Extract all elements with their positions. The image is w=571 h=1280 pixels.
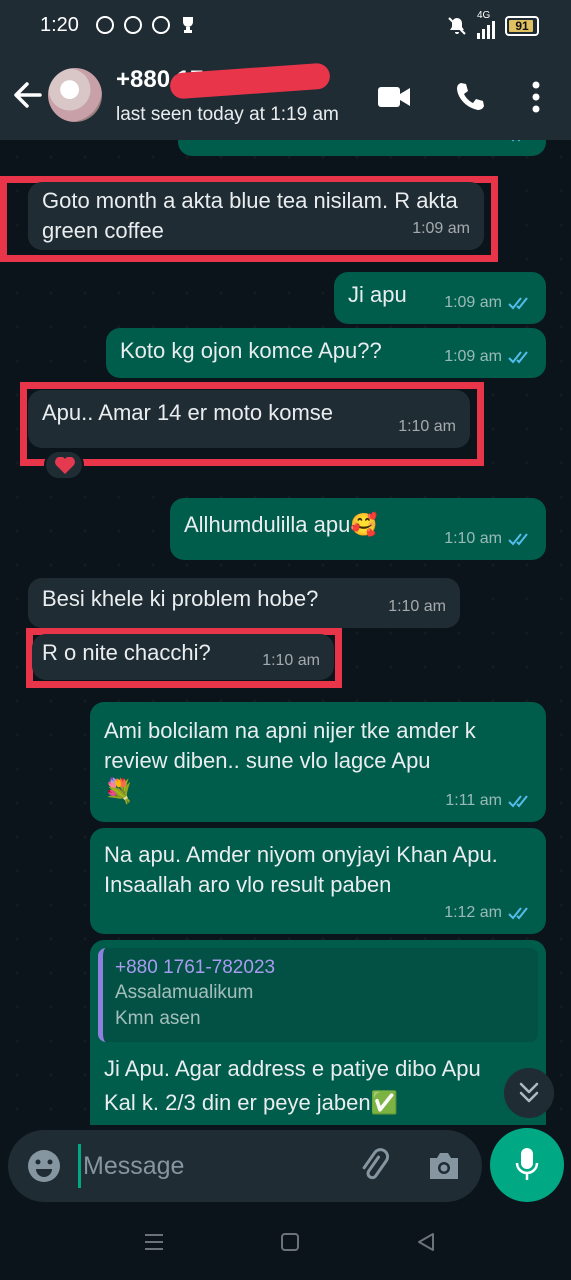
- message-bubble[interactable]: Koto kg ojon komce Apu?? 1:09 am: [106, 328, 546, 378]
- home-icon[interactable]: [280, 1232, 300, 1252]
- message-meta: 1:10 am: [444, 524, 532, 554]
- message-text: Besi khele ki problem hobe?: [42, 586, 319, 611]
- voice-message-button[interactable]: [490, 1128, 564, 1202]
- quoted-text: Kmn asen: [115, 1008, 201, 1029]
- network-type: 4G: [477, 10, 491, 21]
- message-meta: 1:08 am: [444, 140, 532, 150]
- read-ticks-icon: [508, 351, 528, 364]
- camera-icon[interactable]: [426, 1150, 462, 1182]
- message-time: 1:10 am: [398, 418, 456, 435]
- message-time: 1:10 am: [388, 598, 446, 615]
- message-bubble[interactable]: Ami bolcilam na apni nijer tke amder k r…: [90, 702, 546, 822]
- message-meta: 1:10 am: [398, 412, 456, 442]
- signal-icon: [477, 21, 495, 39]
- more-vert-icon[interactable]: [528, 80, 544, 114]
- quoted-author: +880 1761-782023: [115, 957, 276, 978]
- reaction-badge[interactable]: [44, 450, 84, 480]
- message-time: 1:09 am: [412, 220, 470, 237]
- message-text: Apu.. Amar 14 er moto komse: [42, 400, 334, 425]
- message-meta: 1:10 am: [388, 592, 446, 622]
- message-bubble[interactable]: R o nite chacchi? 1:10 am: [32, 634, 334, 680]
- message-time: 1:12 am: [444, 904, 502, 921]
- signal-group: 4G: [477, 10, 495, 39]
- message-bubble[interactable]: Apu.. Amar 14 er moto komse 1:10 am: [28, 390, 470, 448]
- message-time: 1:09 am: [444, 348, 502, 365]
- message-time: 1:09 am: [444, 294, 502, 311]
- chat-area[interactable]: 1:08 am Goto month a akta blue tea nisil…: [0, 140, 571, 1125]
- message-text: Ami bolcilam na apni nijer tke amder k r…: [104, 718, 476, 773]
- read-ticks-icon: [508, 533, 528, 546]
- message-text: Na apu. Amder niyom onyjayi Khan Apu. In…: [104, 842, 498, 897]
- read-ticks-icon: [508, 297, 528, 310]
- message-time: 1:08 am: [444, 140, 502, 150]
- status-indicators: 4G 91: [447, 10, 539, 39]
- message-meta: 1:12 am: [444, 898, 532, 928]
- message-input[interactable]: [78, 1144, 338, 1188]
- message-composer: [8, 1130, 482, 1202]
- message-bubble[interactable]: Besi khele ki problem hobe? 1:10 am: [28, 578, 460, 628]
- sync-notification-icon: [124, 16, 142, 34]
- message-meta: 1:11 am: [445, 786, 532, 816]
- message-bubble[interactable]: Na apu. Amder niyom onyjayi Khan Apu. In…: [90, 828, 546, 934]
- phone-icon[interactable]: [454, 80, 486, 114]
- quoted-message[interactable]: +880 1761-782023 Assalamualikum Kmn asen: [98, 948, 538, 1042]
- status-bar: 1:20 4G 91: [0, 0, 571, 52]
- message-meta: 1:09 am: [412, 214, 470, 244]
- trophy-notification-icon: [183, 17, 193, 33]
- message-time: 1:10 am: [444, 530, 502, 547]
- message-bubble[interactable]: Ji apu 1:09 am: [334, 272, 546, 324]
- message-meta: 1:09 am: [444, 288, 532, 318]
- arrow-left-icon[interactable]: [10, 78, 44, 112]
- message-bubble[interactable]: Allhumdulilla apu🥰 1:10 am: [170, 498, 546, 560]
- status-time: 1:20: [40, 14, 79, 36]
- emoji-icon[interactable]: [26, 1148, 62, 1184]
- chat-header: +880 1723 last seen today at 1:19 am: [0, 52, 571, 140]
- microphone-icon: [515, 1148, 539, 1180]
- battery-icon: 91: [505, 16, 539, 36]
- heart-icon: [55, 457, 75, 474]
- message-time: 1:10 am: [262, 652, 320, 669]
- messenger-notification-icon: [152, 16, 170, 34]
- battery-level: 91: [515, 19, 529, 33]
- scroll-to-bottom-button[interactable]: [504, 1068, 554, 1118]
- message-meta: 1:10 am: [262, 646, 320, 676]
- message-bubble[interactable]: 1:08 am: [178, 140, 546, 156]
- avatar[interactable]: [48, 68, 102, 122]
- message-meta: 1:09 am: [444, 342, 532, 372]
- last-seen-status: last seen today at 1:19 am: [116, 104, 339, 125]
- read-ticks-icon: [508, 907, 528, 920]
- message-text: Goto month a akta blue tea nisilam. R ak…: [42, 188, 458, 243]
- back-nav-icon[interactable]: [416, 1232, 436, 1252]
- message-text: Ji Apu. Agar address e patiye dibo Apu K…: [104, 1056, 481, 1115]
- quoted-text: Assalamualikum: [115, 982, 254, 1003]
- paperclip-icon[interactable]: [356, 1148, 392, 1184]
- double-chevron-down-icon: [519, 1082, 539, 1103]
- read-ticks-icon: [511, 140, 521, 142]
- mute-icon: [448, 17, 466, 35]
- system-navigation-bar: [0, 1208, 571, 1280]
- message-time: 1:11 am: [445, 792, 502, 809]
- message-bubble[interactable]: +880 1761-782023 Assalamualikum Kmn asen…: [90, 940, 546, 1125]
- video-call-icon[interactable]: [376, 80, 412, 114]
- recent-apps-icon[interactable]: [144, 1232, 164, 1252]
- read-ticks-icon: [508, 795, 528, 808]
- message-bubble[interactable]: Goto month a akta blue tea nisilam. R ak…: [28, 182, 484, 250]
- messenger-notification-icon: [96, 16, 114, 34]
